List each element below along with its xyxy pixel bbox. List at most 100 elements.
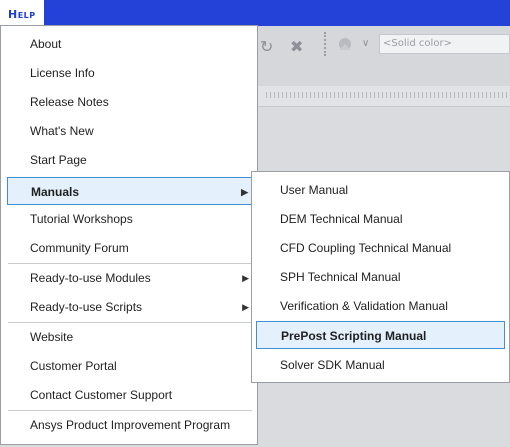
ruler-tick [394, 92, 395, 98]
menu-item-customer-portal[interactable]: Customer Portal [7, 352, 253, 380]
ruler-tick [382, 92, 383, 98]
chevron-right-icon: ▶ [241, 187, 248, 197]
ruler-tick [486, 92, 487, 98]
submenu-item-cfd-coupling-technical-manual[interactable]: CFD Coupling Technical Manual [256, 234, 505, 262]
ruler-tick [506, 92, 507, 98]
ruler-tick [282, 92, 283, 98]
paint-bucket-icon[interactable] [336, 35, 356, 55]
menu-item-website[interactable]: Website [7, 323, 253, 351]
ruler-tick [342, 92, 343, 98]
refresh-icon[interactable]: ↻ [260, 37, 273, 56]
ruler-tick [434, 92, 435, 98]
chevron-down-icon[interactable]: ∨ [362, 38, 369, 49]
ruler-tick [478, 92, 479, 98]
color-select[interactable]: <Solid color> [379, 34, 510, 54]
ruler-tick [498, 92, 499, 98]
ruler-tick [314, 92, 315, 98]
ruler-tick [290, 92, 291, 98]
menu-item-product-improvement-program[interactable]: Ansys Product Improvement Program [7, 411, 253, 439]
ruler-tick [326, 92, 327, 98]
ruler-tick [266, 92, 267, 98]
ruler-tick [494, 92, 495, 98]
ruler-tick [422, 92, 423, 98]
ruler-tick [310, 92, 311, 98]
ruler-tick [274, 92, 275, 98]
ruler-tick [318, 92, 319, 98]
ruler-tick [490, 92, 491, 98]
ruler-tick [334, 92, 335, 98]
ruler-tick [430, 92, 431, 98]
ruler-tick [374, 92, 375, 98]
menu-item-label: Ready-to-use Modules [30, 271, 151, 285]
menu-item-start-page[interactable]: Start Page [7, 146, 253, 174]
ruler-tick [354, 92, 355, 98]
ruler-tick [278, 92, 279, 98]
manuals-submenu: User Manual DEM Technical Manual CFD Cou… [251, 171, 510, 383]
submenu-item-verification-validation-manual[interactable]: Verification & Validation Manual [256, 292, 505, 320]
ruler-tick [362, 92, 363, 98]
close-icon[interactable]: ✖ [290, 37, 303, 56]
ruler-tick [330, 92, 331, 98]
ruler-tick [482, 92, 483, 98]
ruler-tick [414, 92, 415, 98]
ruler-tick [462, 92, 463, 98]
menu-bar: Help [0, 0, 510, 26]
ruler-tick [306, 92, 307, 98]
ruler-tick [466, 92, 467, 98]
menu-item-contact-customer-support[interactable]: Contact Customer Support [7, 381, 253, 409]
ruler-tick [446, 92, 447, 98]
submenu-item-solver-sdk-manual[interactable]: Solver SDK Manual [256, 351, 505, 379]
ruler-tick [418, 92, 419, 98]
submenu-item-sph-technical-manual[interactable]: SPH Technical Manual [256, 263, 505, 291]
help-menu[interactable]: Help [0, 0, 44, 26]
ruler-tick [454, 92, 455, 98]
ruler-tick [378, 92, 379, 98]
submenu-item-user-manual[interactable]: User Manual [256, 176, 505, 204]
menu-item-about[interactable]: About [7, 30, 253, 58]
menu-item-manuals[interactable]: Manuals ▶ [7, 177, 253, 205]
ruler-tick [302, 92, 303, 98]
submenu-item-prepost-scripting-manual[interactable]: PrePost Scripting Manual [256, 321, 505, 349]
menu-item-tutorial-workshops[interactable]: Tutorial Workshops [7, 205, 253, 233]
submenu-item-dem-technical-manual[interactable]: DEM Technical Manual [256, 205, 505, 233]
ruler-tick [298, 92, 299, 98]
menu-item-release-notes[interactable]: Release Notes [7, 88, 253, 116]
ruler-tick [438, 92, 439, 98]
ruler-tick [294, 92, 295, 98]
menu-item-label: Ready-to-use Scripts [30, 300, 143, 314]
ruler-tick [322, 92, 323, 98]
ruler-tick [270, 92, 271, 98]
ruler-tick [426, 92, 427, 98]
toolbar-grip[interactable] [324, 32, 328, 56]
ruler-tick [450, 92, 451, 98]
menu-item-label: Manuals [31, 185, 80, 199]
ruler-tick [358, 92, 359, 98]
help-dropdown-menu: About License Info Release Notes What's … [0, 25, 258, 445]
ruler-tick [398, 92, 399, 98]
chevron-right-icon: ▶ [242, 302, 249, 312]
ruler-tick [370, 92, 371, 98]
ruler-tick [502, 92, 503, 98]
ruler-tick [470, 92, 471, 98]
ruler-tick [350, 92, 351, 98]
menu-item-ready-to-use-scripts[interactable]: Ready-to-use Scripts ▶ [7, 293, 253, 321]
ruler-tick [442, 92, 443, 98]
ruler [258, 86, 510, 107]
menu-item-community-forum[interactable]: Community Forum [7, 234, 253, 262]
ruler-tick [366, 92, 367, 98]
menu-item-ready-to-use-modules[interactable]: Ready-to-use Modules ▶ [7, 264, 253, 292]
ruler-tick [390, 92, 391, 98]
chevron-right-icon: ▶ [242, 273, 249, 283]
ruler-tick [458, 92, 459, 98]
ruler-tick [406, 92, 407, 98]
ruler-tick [402, 92, 403, 98]
ruler-tick [286, 92, 287, 98]
ruler-tick [346, 92, 347, 98]
ruler-tick [386, 92, 387, 98]
ruler-tick [474, 92, 475, 98]
toolbar: ↻ ✖ ∨ <Solid color> [258, 26, 510, 86]
menu-item-license-info[interactable]: License Info [7, 59, 253, 87]
ruler-tick [338, 92, 339, 98]
ruler-tick [410, 92, 411, 98]
menu-item-whats-new[interactable]: What's New [7, 117, 253, 145]
